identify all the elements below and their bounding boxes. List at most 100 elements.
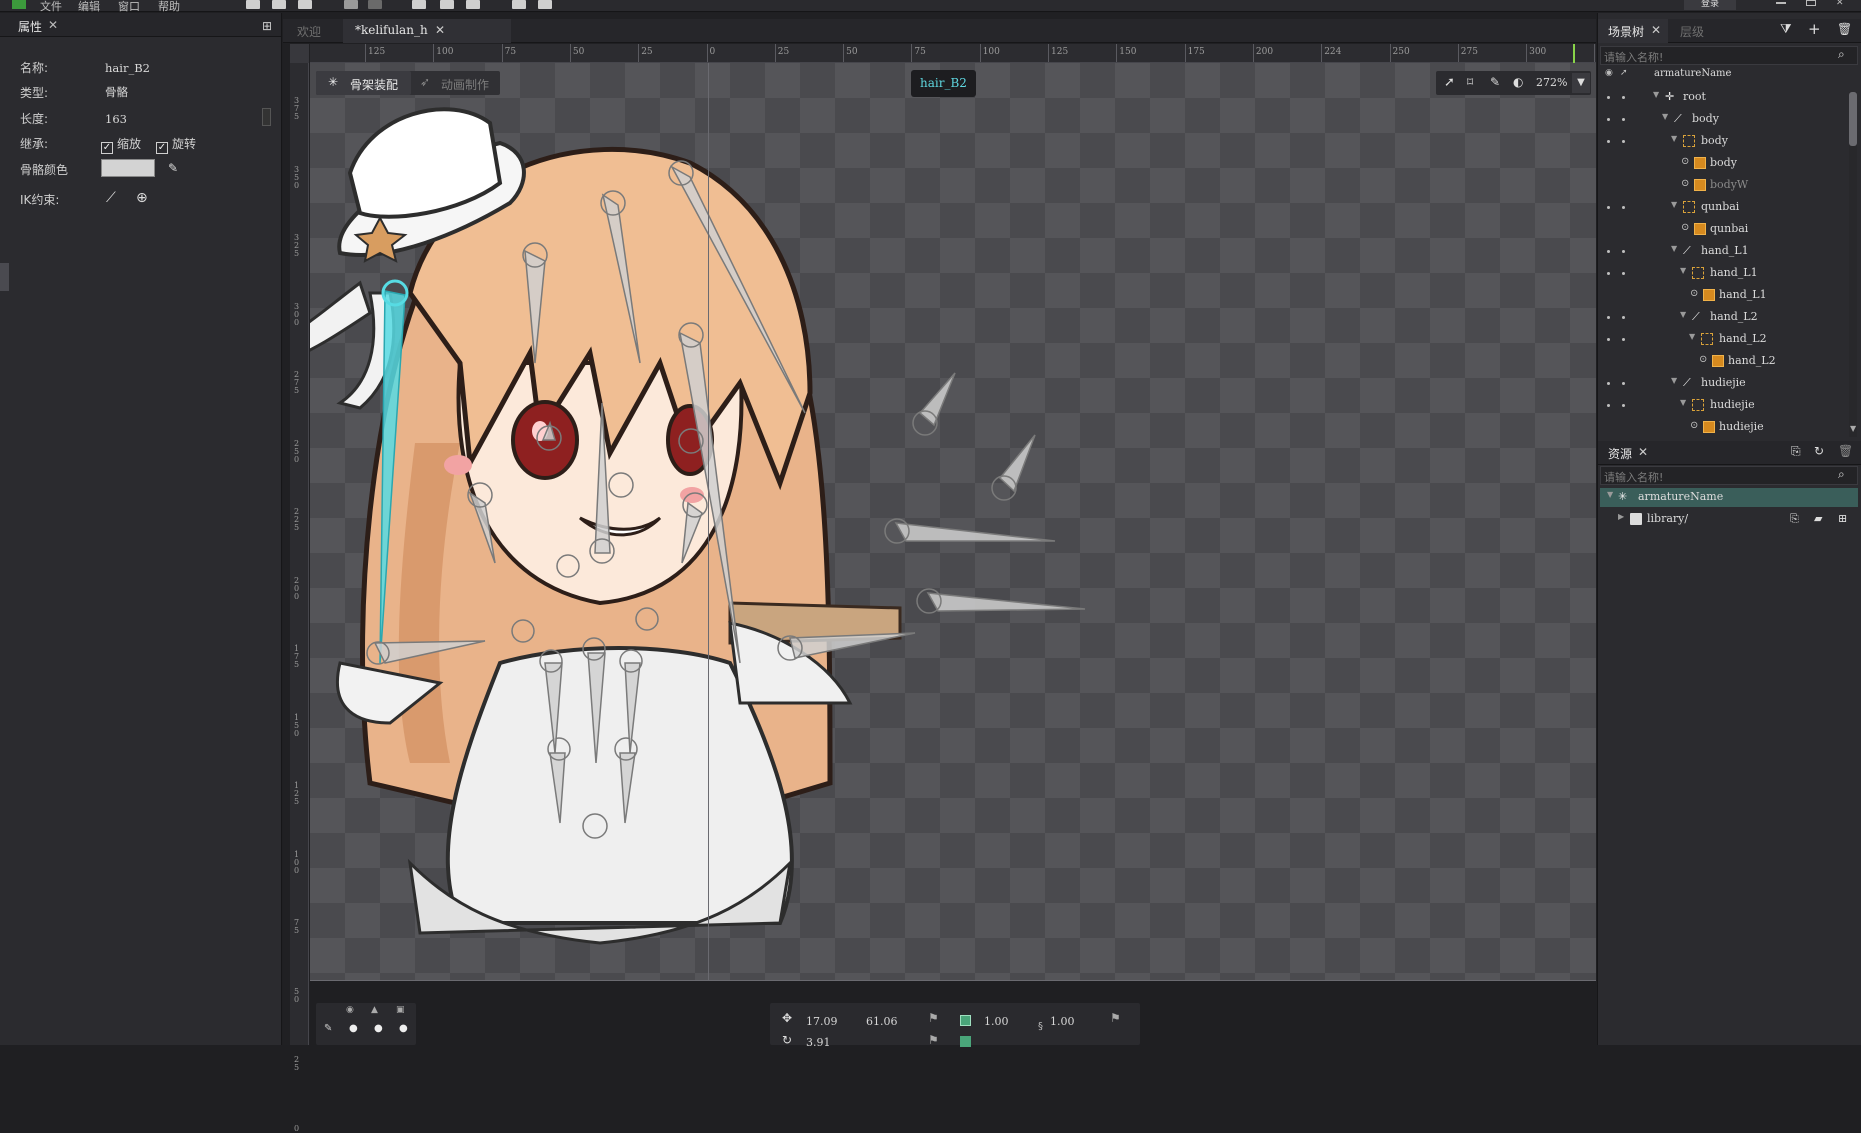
visible-dot[interactable] — [1607, 206, 1610, 209]
length-value[interactable]: 163 — [105, 112, 127, 126]
flag-icon[interactable]: ⚑ — [928, 1011, 939, 1025]
maximize-icon[interactable] — [1806, 0, 1816, 6]
tree-row[interactable]: ▼ ✛ root — [1600, 88, 1858, 107]
trash-icon[interactable]: 🗑 — [1838, 444, 1853, 458]
collapse-icon[interactable]: ▼ — [1671, 376, 1677, 385]
undo-icon[interactable] — [344, 0, 358, 9]
publish-icon[interactable] — [538, 0, 552, 9]
visible-dot[interactable] — [1607, 96, 1610, 99]
visibility-icon[interactable]: ⊙ — [1681, 178, 1689, 189]
collapse-icon[interactable]: ▼ — [1680, 266, 1686, 275]
visible-dot[interactable] — [1607, 272, 1610, 275]
close-icon[interactable]: ✕ — [1651, 23, 1661, 37]
new-file-icon[interactable] — [246, 0, 260, 9]
add-image-icon[interactable]: ⊞ — [1838, 512, 1847, 525]
pointer-icon[interactable]: ➚ — [1620, 68, 1628, 78]
search-icon[interactable]: ⌕ — [1838, 47, 1845, 62]
collapse-icon[interactable]: ▼ — [1680, 310, 1686, 319]
tree-row[interactable]: ⊙ body — [1600, 154, 1858, 173]
ruler-guide-marker[interactable] — [1573, 44, 1575, 63]
bone-color-swatch[interactable] — [101, 159, 155, 177]
mode-armature-button[interactable]: ✳ 骨架装配 — [316, 71, 411, 95]
tab-welcome[interactable]: 欢迎 — [297, 23, 321, 40]
collapse-icon[interactable]: ▼ — [1607, 490, 1613, 499]
eye-icon[interactable]: ◉ — [1605, 68, 1613, 78]
login-button[interactable]: 登录 — [1684, 0, 1736, 10]
close-window-icon[interactable]: ✕ — [1836, 0, 1846, 8]
pos-y-value[interactable]: 61.06 — [866, 1015, 898, 1028]
scroll-down-icon[interactable]: ▼ — [1850, 424, 1856, 433]
tree-row[interactable]: ▼ ⟋ hand_L1 — [1600, 242, 1858, 261]
transform-tool-icon[interactable]: ⌑ — [1467, 75, 1473, 89]
menu-file[interactable]: 文件 — [40, 0, 62, 14]
inherit-rotate-checkbox[interactable]: ✓ 旋转 — [156, 135, 196, 154]
add-armature-icon[interactable]: ⎘ — [1790, 512, 1799, 526]
visibility-icon[interactable]: ⊙ — [1681, 156, 1689, 167]
select-tool-icon[interactable]: ➚ — [1444, 75, 1455, 90]
import-icon[interactable] — [412, 0, 426, 9]
ik-bone-icon[interactable]: ⟋ — [106, 190, 116, 206]
pointer-icon[interactable]: ▲ — [371, 1005, 378, 1015]
dot[interactable]: ● — [349, 1023, 358, 1034]
tree-row[interactable]: ⊙ qunbai — [1600, 220, 1858, 239]
lock-dot[interactable] — [1622, 316, 1625, 319]
folder-add-icon[interactable]: ▰ — [1814, 512, 1822, 525]
tree-row[interactable]: ▼ ⟋ body — [1600, 110, 1858, 129]
asset-row-library[interactable]: ▶ library/ ⎘ ▰ ⊞ — [1600, 510, 1858, 529]
visibility-icon[interactable]: ⊙ — [1699, 354, 1707, 365]
onion-icon[interactable]: ◐ — [1513, 75, 1523, 89]
lock-dot[interactable] — [1622, 338, 1625, 341]
tab-hierarchy[interactable]: 层级 — [1680, 23, 1704, 40]
pen-icon[interactable]: ✎ — [324, 1023, 332, 1034]
open-file-icon[interactable] — [272, 0, 286, 9]
lock-dot[interactable] — [1622, 404, 1625, 407]
minimize-icon[interactable] — [1776, 2, 1786, 4]
menu-edit[interactable]: 编辑 — [78, 0, 100, 14]
zoom-value[interactable]: 272% — [1536, 76, 1567, 89]
close-tab-icon[interactable]: ✕ — [435, 23, 445, 37]
visible-dot[interactable] — [1607, 316, 1610, 319]
tree-row[interactable]: ⊙ hand_L2 — [1600, 352, 1858, 371]
visible-dot[interactable] — [1607, 404, 1610, 407]
dot[interactable]: ● — [399, 1023, 408, 1034]
dot[interactable]: ● — [374, 1023, 383, 1034]
redo-icon[interactable] — [368, 0, 382, 9]
tab-scene-tree[interactable]: 场景树 — [1608, 23, 1644, 40]
lock-dot[interactable] — [1622, 382, 1625, 385]
assets-search[interactable]: 请输入名称! — [1600, 466, 1858, 485]
export-icon[interactable] — [440, 0, 454, 9]
lock-dot[interactable] — [1622, 250, 1625, 253]
visibility-icon[interactable]: ⊙ — [1690, 420, 1698, 431]
tab-document[interactable]: *kelifulan_h — [355, 23, 428, 37]
collapse-icon[interactable]: ▼ — [1680, 398, 1686, 407]
mode-animate-button[interactable]: 动画制作 — [441, 76, 489, 93]
tree-row[interactable]: ▼ hand_L1 — [1600, 264, 1858, 283]
bone-tool-icon[interactable]: ✎ — [1490, 75, 1500, 89]
lock-dot[interactable] — [1622, 118, 1625, 121]
length-stepper[interactable] — [262, 108, 271, 126]
visible-dot[interactable] — [1607, 382, 1610, 385]
scene-tree-scrollbar[interactable] — [1849, 92, 1857, 437]
ik-target-icon[interactable]: ⊕ — [136, 190, 148, 206]
eyedropper-icon[interactable]: ✎ — [168, 161, 178, 175]
visibility-icon[interactable]: ⊙ — [1690, 288, 1698, 299]
visible-dot[interactable] — [1607, 118, 1610, 121]
import-asset-icon[interactable]: ⎘ — [1791, 444, 1801, 459]
lock-dot[interactable] — [1622, 272, 1625, 275]
scale-y-value[interactable]: 1.00 — [1050, 1015, 1075, 1028]
collapse-icon[interactable]: ▼ — [1662, 112, 1668, 121]
collapse-icon[interactable]: ▼ — [1671, 200, 1677, 209]
inherit-scale-checkbox[interactable]: ✓ 缩放 — [101, 135, 141, 154]
lock-dot[interactable] — [1622, 96, 1625, 99]
align-icon[interactable] — [466, 0, 480, 9]
lock-dot[interactable] — [1622, 140, 1625, 143]
visibility-icon[interactable]: ⊙ — [1681, 222, 1689, 233]
visible-dot[interactable] — [1607, 338, 1610, 341]
refresh-icon[interactable]: ↻ — [1814, 444, 1824, 458]
pos-x-value[interactable]: 17.09 — [806, 1015, 838, 1028]
flag-icon[interactable]: ⚑ — [1110, 1011, 1121, 1025]
tab-assets[interactable]: 资源 — [1608, 445, 1632, 462]
collapse-icon[interactable]: ▼ — [1671, 244, 1677, 253]
save-icon[interactable] — [298, 0, 312, 9]
panel-resize-handle[interactable] — [0, 263, 9, 291]
